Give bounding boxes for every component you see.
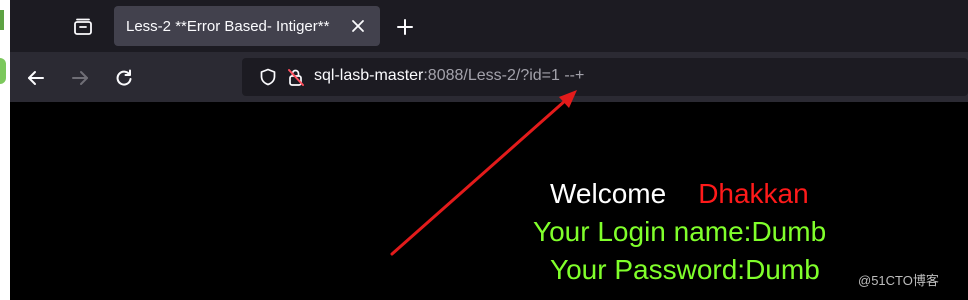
watermark: @51CTO博客: [858, 273, 939, 288]
url-bar[interactable]: sql-lasb-master:8088/Less-2/?id=1 --+: [242, 58, 968, 96]
welcome-text: Welcome: [550, 178, 667, 209]
plus-icon[interactable]: [392, 14, 418, 40]
shield-icon[interactable]: [258, 67, 278, 87]
back-arrow-icon[interactable]: [22, 64, 50, 92]
tab-title: Less-2 **Error Based- Intiger**: [126, 18, 330, 35]
welcome-name: Dhakkan: [698, 178, 809, 209]
background-window-fragment: [0, 58, 6, 84]
url-path: :8088/Less-2/?id=1 --+: [423, 67, 585, 84]
login-name-result: Your Login name:Dumb: [533, 216, 827, 247]
welcome-line: Welcome Dhakkan: [550, 178, 809, 210]
reload-icon[interactable]: [110, 64, 138, 92]
tab-bar: Less-2 **Error Based- Intiger**: [10, 0, 968, 52]
navigation-toolbar: sql-lasb-master:8088/Less-2/?id=1 --+: [10, 52, 968, 102]
insecure-lock-icon[interactable]: [286, 67, 306, 87]
url-host: sql-lasb-master: [314, 67, 424, 84]
page-content: [10, 102, 968, 300]
background-window-fragment: [0, 10, 4, 30]
tab-overview-icon[interactable]: [70, 14, 96, 40]
url-text[interactable]: sql-lasb-master:8088/Less-2/?id=1 --+: [314, 67, 584, 85]
close-icon[interactable]: [346, 14, 370, 38]
forward-arrow-icon[interactable]: [66, 64, 94, 92]
tab-active[interactable]: Less-2 **Error Based- Intiger**: [114, 6, 380, 46]
password-result: Your Password:Dumb: [550, 254, 820, 285]
left-window-edge: [0, 0, 10, 300]
